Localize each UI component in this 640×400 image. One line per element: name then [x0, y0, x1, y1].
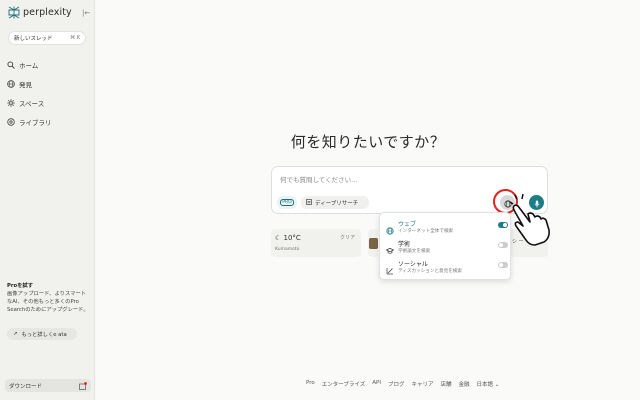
- pro-label: PRO: [280, 199, 294, 206]
- new-thread-button[interactable]: 新しいスレッド ⌘ K: [8, 31, 86, 45]
- sidebar-item-spaces[interactable]: スペース: [6, 93, 52, 112]
- focus-option-social[interactable]: ソーシャル ディスカッションと意見を検索: [386, 259, 508, 277]
- focus-option-academic[interactable]: 学術 学術論文を検索: [385, 239, 508, 257]
- news-thumbnail: [369, 238, 378, 249]
- deep-research-icon: [306, 198, 312, 207]
- logo-text: perplexity: [23, 7, 72, 18]
- footer-link-api[interactable]: API: [372, 380, 381, 388]
- spaces-icon: [6, 98, 15, 107]
- footer-links: Pro エンタープライズ API ブログ キャリア 店舗 金融 日本語 ⌄: [306, 380, 499, 388]
- sidebar: perplexity |← 新しいスレッド ⌘ K ホーム 発見 スペース ライ…: [0, 0, 95, 400]
- sidebar-nav: ホーム 発見 スペース ライブラリ: [6, 55, 52, 131]
- focus-option-desc: インターネット全体で検索: [398, 229, 454, 234]
- sidebar-item-label: スペース: [19, 99, 45, 108]
- weather-location: Kumamoto: [275, 247, 300, 252]
- search-input[interactable]: 何でも質問してください...: [280, 174, 357, 184]
- language-selector[interactable]: 日本語 ⌄: [477, 380, 500, 388]
- focus-option-label: ウェブ: [398, 221, 417, 228]
- globe-icon: [6, 79, 15, 88]
- social-icon: [386, 260, 394, 275]
- sidebar-item-library[interactable]: ライブラリ: [6, 112, 52, 131]
- weather-temp: 10°C: [283, 234, 301, 242]
- download-badge-icon: [79, 382, 87, 392]
- sidebar-item-label: 発見: [19, 80, 32, 89]
- page-title: 何を知りたいですか？: [290, 133, 446, 151]
- footer-link-pro[interactable]: Pro: [306, 380, 315, 388]
- search-box[interactable]: 何でも質問してください... PRO ディープリサーチ: [271, 166, 548, 214]
- news-card[interactable]: [368, 229, 378, 257]
- sidebar-item-discover[interactable]: 発見: [6, 74, 52, 93]
- download-label: ダウンロード: [9, 383, 43, 390]
- focus-option-web[interactable]: ウェブ インターネット全体で検索: [386, 219, 508, 237]
- footer-link-finance[interactable]: 金融: [459, 380, 470, 388]
- focus-option-label: 学術: [398, 241, 411, 248]
- sidebar-item-label: ホーム: [19, 61, 39, 70]
- learn-more-button[interactable]: ↗ もっと詳しくe ata: [7, 328, 77, 340]
- toggle-knob: [503, 223, 507, 227]
- main-content: 何を知りたいですか？ 何でも質問してください... PRO ディープリサーチ ☾…: [96, 0, 640, 400]
- library-icon: [6, 117, 15, 126]
- toggle-knob: [499, 263, 503, 267]
- focus-option-label: ソーシャル: [398, 261, 428, 268]
- moon-icon: ☾: [275, 234, 282, 242]
- footer-link-store[interactable]: 店舗: [440, 380, 451, 388]
- deep-research-label: ディープリサーチ: [315, 200, 359, 207]
- weather-condition: クリア: [339, 235, 355, 241]
- footer-link-careers[interactable]: キャリア: [411, 380, 433, 388]
- web-icon: [386, 220, 394, 235]
- new-thread-label: 新しいスレッド: [14, 36, 53, 42]
- new-thread-shortcut: ⌘ K: [70, 35, 80, 41]
- academic-toggle[interactable]: [498, 242, 508, 248]
- web-toggle[interactable]: [498, 222, 508, 228]
- perplexity-logo-icon: [8, 6, 20, 19]
- footer-link-blog[interactable]: ブログ: [388, 380, 405, 388]
- collapse-sidebar-button[interactable]: |←: [82, 9, 90, 17]
- focus-menu: ウェブ インターネット全体で検索 学術 学術論文を検索 ソーシャル ディスカッシ…: [379, 212, 511, 280]
- focus-option-desc: 学術論文を検索: [398, 249, 431, 254]
- sidebar-item-label: ライブラリ: [19, 118, 52, 127]
- academic-icon: [385, 240, 395, 254]
- weather-temp-row: ☾ 10°C: [275, 234, 301, 242]
- pro-toggle[interactable]: PRO: [277, 196, 297, 209]
- social-toggle[interactable]: [498, 262, 508, 268]
- learn-more-label: もっと詳しくe ata: [21, 332, 67, 338]
- weather-widget[interactable]: ☾ 10°C クリア Kumamoto: [271, 229, 361, 257]
- sidebar-item-home[interactable]: ホーム: [6, 55, 52, 74]
- deep-research-button[interactable]: ディープリサーチ: [301, 196, 369, 209]
- download-button[interactable]: ダウンロード: [5, 379, 91, 392]
- promo-body: 画像アップロード、よりスマートなAI、その他もっと多くのPro Searchのた…: [7, 291, 89, 313]
- pointing-hand-icon: [509, 193, 550, 246]
- search-icon: [6, 60, 15, 69]
- focus-option-desc: ディスカッションと意見を検索: [398, 269, 462, 274]
- promo-title: Proを試す: [7, 283, 34, 289]
- logo[interactable]: perplexity: [8, 6, 72, 19]
- footer-link-enterprise[interactable]: エンタープライズ: [322, 380, 366, 388]
- toggle-knob: [499, 243, 503, 247]
- pro-promo: Proを試す 画像アップロード、よりスマートなAI、その他もっと多くのPro S…: [7, 282, 91, 314]
- arrow-up-right-icon: ↗: [13, 331, 18, 337]
